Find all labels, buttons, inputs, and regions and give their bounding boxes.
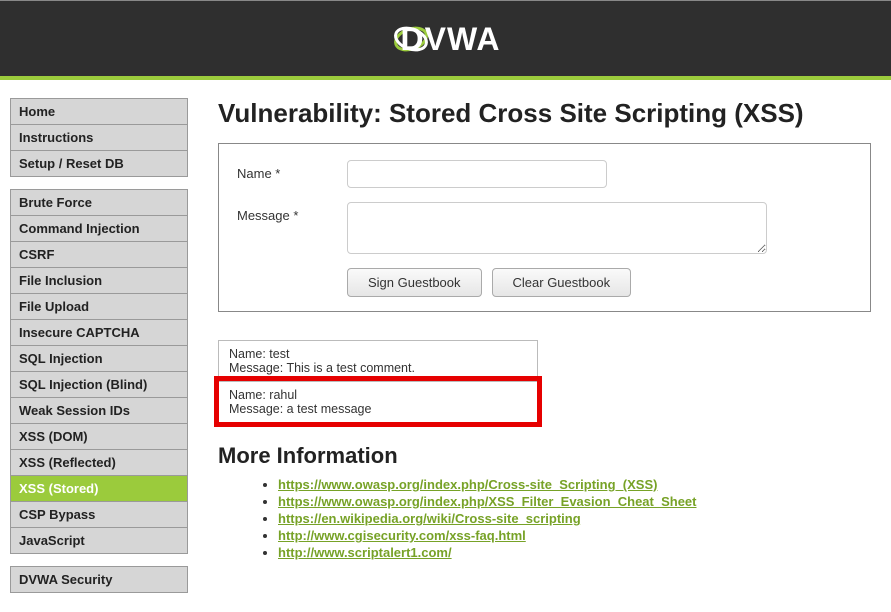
sidebar-item-setup[interactable]: Setup / Reset DB — [10, 150, 188, 177]
main-panel: Vulnerability: Stored Cross Site Scripti… — [218, 98, 881, 562]
more-info-links: https://www.owasp.org/index.php/Cross-si… — [218, 477, 871, 560]
guestbook-entries: Name: testMessage: This is a test commen… — [218, 340, 538, 423]
page-title: Vulnerability: Stored Cross Site Scripti… — [218, 98, 871, 129]
sidebar-item-file-inclusion[interactable]: File Inclusion — [10, 267, 188, 293]
sidebar-item-security[interactable]: DVWA Security — [10, 566, 188, 593]
name-input[interactable] — [347, 160, 607, 188]
sidebar-item-csrf[interactable]: CSRF — [10, 241, 188, 267]
list-item: https://en.wikipedia.org/wiki/Cross-site… — [278, 511, 871, 526]
sidebar-item-instructions[interactable]: Instructions — [10, 124, 188, 150]
entry-message: Message: a test message — [229, 402, 527, 416]
sidebar: HomeInstructionsSetup / Reset DB Brute Fo… — [10, 98, 188, 605]
entry-name: Name: test — [229, 347, 527, 361]
sidebar-item-xss-stored[interactable]: XSS (Stored) — [10, 475, 188, 501]
clear-guestbook-button[interactable]: Clear Guestbook — [492, 268, 632, 297]
logo-text: DVWA — [401, 23, 501, 55]
more-info-link[interactable]: https://en.wikipedia.org/wiki/Cross-site… — [278, 511, 581, 526]
more-info-link[interactable]: https://www.owasp.org/index.php/Cross-si… — [278, 477, 657, 492]
entry-message: Message: This is a test comment. — [229, 361, 527, 375]
sign-guestbook-button[interactable]: Sign Guestbook — [347, 268, 482, 297]
list-item: https://www.owasp.org/index.php/XSS_Filt… — [278, 494, 871, 509]
dvwa-logo: DVWA — [391, 19, 501, 59]
sidebar-item-home[interactable]: Home — [10, 98, 188, 124]
sidebar-item-brute-force[interactable]: Brute Force — [10, 189, 188, 215]
content-area: HomeInstructionsSetup / Reset DB Brute Fo… — [0, 80, 891, 605]
list-item: http://www.scriptalert1.com/ — [278, 545, 871, 560]
sidebar-item-captcha[interactable]: Insecure CAPTCHA — [10, 319, 188, 345]
sidebar-item-weak-session[interactable]: Weak Session IDs — [10, 397, 188, 423]
message-label: Message * — [237, 202, 347, 223]
sidebar-item-cmd-inj[interactable]: Command Injection — [10, 215, 188, 241]
sidebar-item-csp[interactable]: CSP Bypass — [10, 501, 188, 527]
sidebar-item-js[interactable]: JavaScript — [10, 527, 188, 554]
list-item: https://www.owasp.org/index.php/Cross-si… — [278, 477, 871, 492]
more-info-link[interactable]: https://www.owasp.org/index.php/XSS_Filt… — [278, 494, 697, 509]
sidebar-item-xss-dom[interactable]: XSS (DOM) — [10, 423, 188, 449]
top-bar: DVWA — [0, 0, 891, 80]
more-info-link[interactable]: http://www.cgisecurity.com/xss-faq.html — [278, 528, 526, 543]
sidebar-item-xss-reflected[interactable]: XSS (Reflected) — [10, 449, 188, 475]
list-item: http://www.cgisecurity.com/xss-faq.html — [278, 528, 871, 543]
name-label: Name * — [237, 160, 347, 181]
guestbook-entry: Name: rahulMessage: a test message — [219, 381, 537, 422]
sidebar-item-sqli-blind[interactable]: SQL Injection (Blind) — [10, 371, 188, 397]
more-info-link[interactable]: http://www.scriptalert1.com/ — [278, 545, 452, 560]
more-info-heading: More Information — [218, 443, 871, 469]
guestbook-form: Name * Message * Sign Guestbook Clear Gu… — [218, 143, 871, 312]
guestbook-entry: Name: testMessage: This is a test commen… — [219, 341, 537, 381]
message-textarea[interactable] — [347, 202, 767, 254]
sidebar-item-file-upload[interactable]: File Upload — [10, 293, 188, 319]
entry-name: Name: rahul — [229, 388, 527, 402]
sidebar-item-sqli[interactable]: SQL Injection — [10, 345, 188, 371]
